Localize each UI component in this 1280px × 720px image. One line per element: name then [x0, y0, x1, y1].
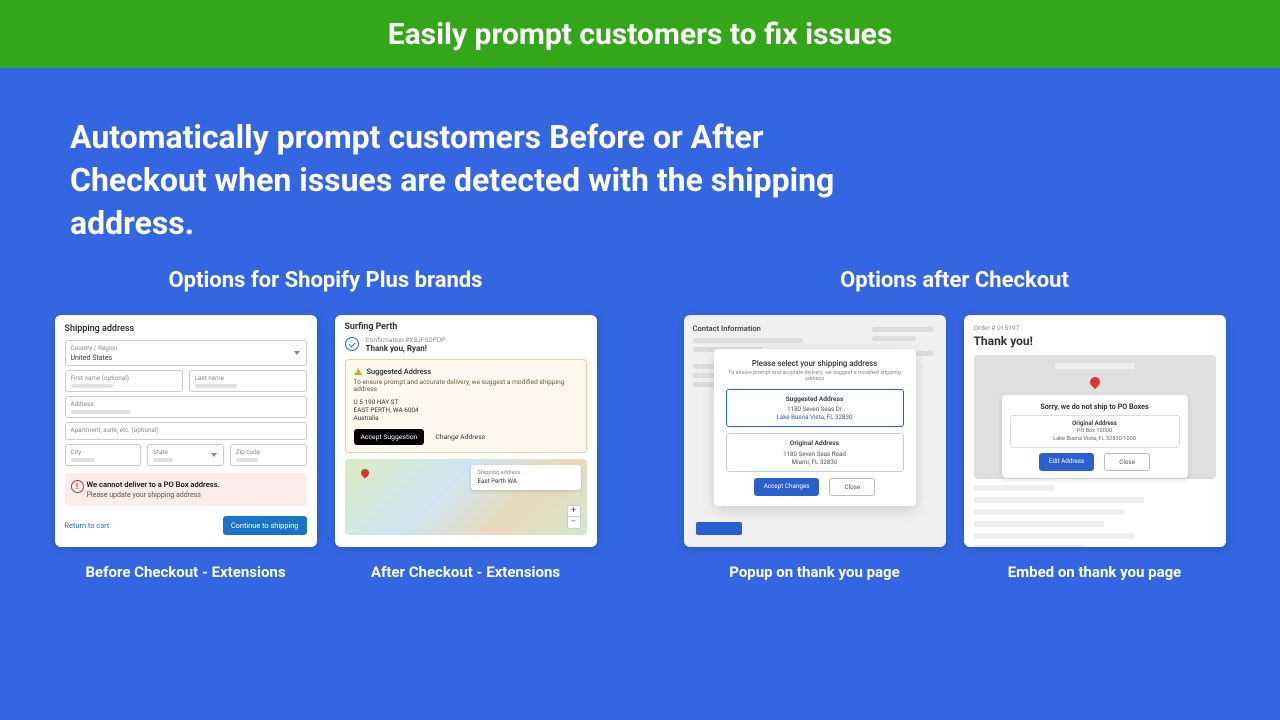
banner-title: Easily prompt customers to fix issues [388, 17, 893, 52]
last-name-field[interactable]: Last name [189, 370, 307, 392]
address-modal: Please select your shipping address To e… [714, 349, 916, 506]
zip-field[interactable]: Zip code [230, 444, 307, 466]
po-box-warning-card: Sorry, we do not ship to PO Boxes Origin… [1002, 395, 1188, 478]
address-field[interactable]: Address [65, 396, 307, 418]
card-embed-thankyou: Order # 015197 Thank you! Sorry, we do n… [964, 315, 1226, 581]
panel-embed: Order # 015197 Thank you! Sorry, we do n… [964, 315, 1226, 547]
map-zoom[interactable]: +− [567, 505, 581, 529]
map-pin-icon [1087, 374, 1101, 388]
store-name: Surfing Perth [335, 315, 597, 336]
map-address-card: Shipping address East Perth WA [471, 465, 581, 490]
card-after-checkout: Surfing Perth Confirmation #X8JFSDPDP Th… [335, 315, 597, 581]
card-popup-thankyou: Contact Information Please select your [684, 315, 946, 581]
caption: After Checkout - Extensions [371, 563, 560, 581]
accept-changes-button[interactable]: Accept Changes [754, 478, 820, 496]
city-field[interactable]: City [65, 444, 142, 466]
po-box-warning: We cannot deliver to a PO Box address. P… [65, 473, 307, 506]
column-shopify-plus: Options for Shopify Plus brands Shipping… [54, 268, 597, 581]
country-select[interactable]: Country / Region United States [65, 340, 307, 366]
first-name-field[interactable]: First name (optional) [65, 370, 183, 392]
card-before-checkout: Shipping address Country / Region United… [55, 315, 317, 581]
checkmark-icon [345, 337, 359, 351]
return-to-cart-link[interactable]: Return to cart [65, 521, 110, 530]
close-button[interactable]: Close [1104, 453, 1150, 471]
caption: Popup on thank you page [729, 563, 899, 581]
suggested-option[interactable]: Suggested Address 1180 Seven Seas Dr Lak… [726, 389, 904, 428]
panel-suggested-address: Surfing Perth Confirmation #X8JFSDPDP Th… [335, 315, 597, 547]
marketing-slide: Easily prompt customers to fix issues Au… [0, 0, 1280, 720]
left-column-title: Options for Shopify Plus brands [54, 268, 597, 293]
columns: Options for Shopify Plus brands Shipping… [0, 246, 1280, 581]
caption: Embed on thank you page [1008, 563, 1182, 581]
caption: Before Checkout - Extensions [85, 563, 285, 581]
panel-popup: Contact Information Please select your [684, 315, 946, 547]
apt-field[interactable]: Apartment, suite, etc. (optional) [65, 422, 307, 440]
ghost-button [696, 522, 742, 535]
change-address-button[interactable]: Change Address [431, 429, 489, 445]
edit-address-button[interactable]: Edit Address [1039, 453, 1094, 471]
panel-shipping-form: Shipping address Country / Region United… [55, 315, 317, 547]
original-option[interactable]: Original Address 1180 Seven Seas Road Mi… [726, 433, 904, 472]
map-pin-icon [359, 468, 370, 479]
map-embed: Sorry, we do not ship to PO Boxes Origin… [974, 355, 1216, 479]
map-preview: Shipping address East Perth WA +− [345, 459, 587, 535]
state-select[interactable]: State [147, 444, 224, 466]
right-column-title: Options after Checkout [683, 268, 1226, 293]
close-button[interactable]: Close [829, 478, 875, 496]
headline: Automatically prompt customers Before or… [0, 68, 950, 246]
suggested-address-box: Suggested Address To ensure prompt and a… [345, 359, 587, 454]
continue-to-shipping-button[interactable]: Continue to shipping [223, 516, 307, 535]
accept-suggestion-button[interactable]: Accept Suggestion [354, 429, 425, 445]
warning-icon [354, 368, 362, 375]
column-after-checkout: Options after Checkout Contact Informati… [683, 268, 1226, 581]
top-banner: Easily prompt customers to fix issues [0, 0, 1280, 68]
section-title: Shipping address [65, 324, 307, 334]
